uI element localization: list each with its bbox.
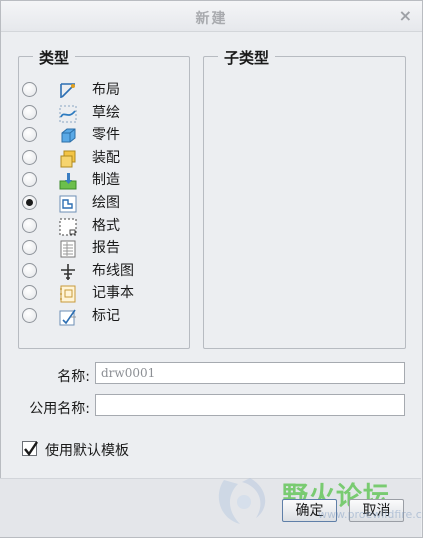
- type-label: 制造: [92, 172, 120, 189]
- type-group-title: 类型: [33, 47, 76, 68]
- type-label: 布线图: [92, 262, 134, 279]
- type-label: 记事本: [92, 285, 134, 302]
- type-label: 装配: [92, 149, 120, 166]
- common-name-input[interactable]: [95, 394, 405, 416]
- type-option-4[interactable]: 制造: [22, 171, 182, 191]
- type-radio[interactable]: [22, 172, 37, 188]
- type-label: 绘图: [92, 195, 120, 211]
- type-option-1[interactable]: 草绘: [22, 104, 182, 124]
- name-label: 名称:: [57, 369, 90, 385]
- type-radio[interactable]: [22, 149, 37, 165]
- sketch-icon: [58, 104, 78, 124]
- name-input[interactable]: drw0001: [95, 362, 405, 384]
- type-option-0[interactable]: 布局: [22, 81, 182, 101]
- type-label: 零件: [92, 127, 120, 144]
- type-option-6[interactable]: 格式: [22, 217, 182, 237]
- use-default-template-checkbox[interactable]: [22, 441, 38, 457]
- subtype-group: 子类型: [203, 47, 406, 349]
- type-label: 格式: [92, 217, 120, 234]
- type-radio[interactable]: [22, 104, 37, 120]
- diagram-icon: [58, 262, 78, 282]
- type-label: 报告: [92, 240, 120, 257]
- use-default-template-label: 使用默认模板: [45, 443, 129, 459]
- type-radio[interactable]: [22, 127, 37, 143]
- markup-icon: [58, 307, 78, 327]
- type-option-8[interactable]: 布线图: [22, 262, 182, 282]
- type-label: 草绘: [92, 104, 120, 121]
- type-radio[interactable]: [22, 308, 37, 323]
- checkmark-icon: [24, 441, 38, 457]
- report-icon: [58, 239, 78, 259]
- subtype-group-title: 子类型: [218, 47, 276, 68]
- type-option-2[interactable]: 零件: [22, 126, 182, 146]
- type-option-3[interactable]: 装配: [22, 149, 182, 169]
- manufacturing-icon: [58, 171, 78, 191]
- close-icon[interactable]: ×: [399, 6, 412, 25]
- common-name-label: 公用名称:: [29, 401, 90, 417]
- type-radio[interactable]: [22, 195, 37, 210]
- part-icon: [58, 126, 78, 146]
- dialog-title: 新建: [195, 11, 228, 27]
- title-bar: 新建 ×: [1, 1, 422, 32]
- type-radio[interactable]: [22, 285, 37, 301]
- type-option-7[interactable]: 报告: [22, 239, 182, 259]
- layout-icon: [58, 81, 78, 101]
- type-radio[interactable]: [22, 82, 37, 97]
- type-label: 布局: [92, 82, 120, 98]
- type-radio[interactable]: [22, 240, 37, 256]
- notebook-icon: [58, 284, 78, 304]
- type-label: 标记: [92, 308, 120, 324]
- type-radio[interactable]: [22, 262, 37, 278]
- type-option-10[interactable]: 标记: [22, 307, 182, 327]
- drawing-icon: [58, 194, 78, 214]
- watermark-url: www.proewildfire.cn: [318, 508, 423, 521]
- type-radio[interactable]: [22, 217, 37, 233]
- type-option-5[interactable]: 绘图: [22, 194, 182, 214]
- type-option-9[interactable]: 记事本: [22, 284, 182, 304]
- assembly-icon: [58, 149, 78, 169]
- format-icon: [58, 217, 78, 237]
